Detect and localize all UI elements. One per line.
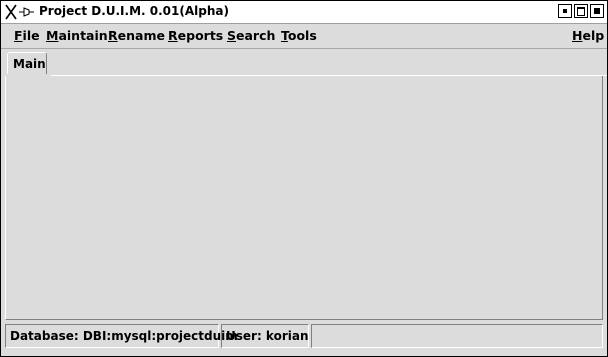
minimize-button[interactable] [558,4,572,18]
menu-reports[interactable]: Reports [168,28,223,43]
menu-help[interactable]: Help [572,28,604,43]
menu-file[interactable]: File [14,28,40,43]
menu-rename[interactable]: Rename [108,28,165,43]
status-bar: Database: DBI:mysql:projectduim User: ko… [5,324,603,348]
maximize-button[interactable] [574,4,588,18]
menu-tools[interactable]: Tools [281,28,317,43]
x-window-logo-icon[interactable] [5,4,35,20]
close-icon [594,8,600,14]
status-user: User: korian [221,324,309,348]
tab-strip: Main [5,52,607,76]
tab-main[interactable]: Main [7,52,47,74]
status-extra [311,324,603,348]
menu-search[interactable]: Search [227,28,275,43]
status-user-text: User: korian [226,329,309,343]
app-window: Project D.U.I.M. 0.01(Alpha) File Mainta… [0,0,608,357]
menu-bar: File Maintain Rename Reports Search Tool… [1,24,607,49]
menu-maintain[interactable]: Maintain [46,28,108,43]
main-tab-panel [5,76,603,320]
status-database-text: Database: DBI:mysql:projectduim [10,329,238,343]
status-database: Database: DBI:mysql:projectduim [5,324,238,348]
window-title: Project D.U.I.M. 0.01(Alpha) [39,4,229,18]
close-button[interactable] [590,4,604,18]
title-bar[interactable]: Project D.U.I.M. 0.01(Alpha) [1,1,607,24]
tab-main-label: Main [13,57,46,71]
